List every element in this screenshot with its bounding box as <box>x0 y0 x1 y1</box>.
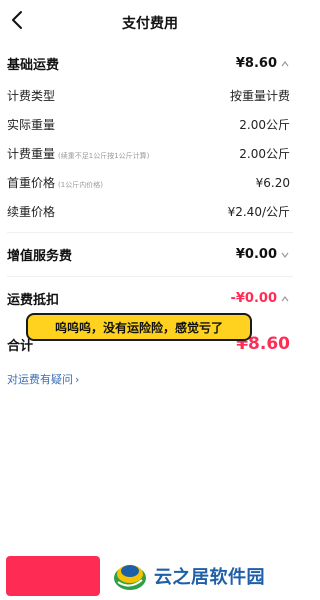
fee-detail-row: 实际重量 2.00公斤 <box>7 116 290 133</box>
fee-detail-row: 首重价格 (1公斤内价格) ¥6.20 <box>7 174 290 191</box>
fee-detail-label: 计费类型 <box>7 89 56 103</box>
basic-fee-label: 基础运费 <box>7 58 60 73</box>
fee-detail-label: 实际重量 <box>7 118 56 132</box>
divider <box>7 276 293 277</box>
fee-detail-label: 续重价格 <box>7 205 56 219</box>
chevron-up-icon <box>280 59 290 69</box>
value-added-fee-label: 增值服务费 <box>7 249 73 264</box>
fee-detail-label: 计费重量 <box>7 147 56 161</box>
fee-detail-value: 按重量计费 <box>229 89 290 103</box>
fee-detail-row: 计费重量 (续重不足1公斤按1公斤计算) 2.00公斤 <box>7 145 290 162</box>
fee-detail-note: (续重不足1公斤按1公斤计算) <box>58 152 150 160</box>
fee-question-link[interactable]: 对运费有疑问 › <box>7 371 79 387</box>
deduction-header[interactable]: 运费抵扣 -¥0.00 <box>7 289 290 308</box>
basic-fee-amount: ¥8.60 <box>235 56 277 71</box>
basic-fee-header[interactable]: 基础运费 ¥8.60 <box>7 54 290 73</box>
value-added-fee-amount: ¥0.00 <box>235 247 277 262</box>
watermark-text: 云之居软件园 <box>154 567 265 588</box>
fee-detail-label: 首重价格 <box>7 176 56 190</box>
caption-bubble: 呜呜呜，没有运险险，感觉亏了 <box>26 313 252 341</box>
fee-detail-note: (1公斤内价格) <box>58 181 103 189</box>
watermark-logo-icon <box>110 556 150 596</box>
header: 支付费用 <box>0 0 300 44</box>
pay-button[interactable] <box>6 556 100 596</box>
fee-question-label: 对运费有疑问 <box>7 373 73 386</box>
page-title: 支付费用 <box>122 16 178 32</box>
chevron-down-icon <box>280 250 290 260</box>
chevron-right-icon: › <box>75 372 80 386</box>
deduction-amount: -¥0.00 <box>230 291 277 306</box>
chevron-up-icon <box>280 294 290 304</box>
value-added-fee-header[interactable]: 增值服务费 ¥0.00 <box>7 245 290 264</box>
deduction-label: 运费抵扣 <box>7 293 60 308</box>
watermark: 云之居软件园 <box>110 554 265 598</box>
fee-detail-row: 计费类型 按重量计费 <box>7 87 290 104</box>
fee-detail-value: ¥6.20 <box>255 175 290 190</box>
divider <box>7 232 293 233</box>
fee-detail-row: 续重价格 ¥2.40/公斤 <box>7 203 290 220</box>
fee-detail-value: 2.00公斤 <box>239 118 290 132</box>
fee-detail-value: 2.00公斤 <box>239 147 290 161</box>
fee-detail-value: ¥2.40/公斤 <box>227 205 290 219</box>
